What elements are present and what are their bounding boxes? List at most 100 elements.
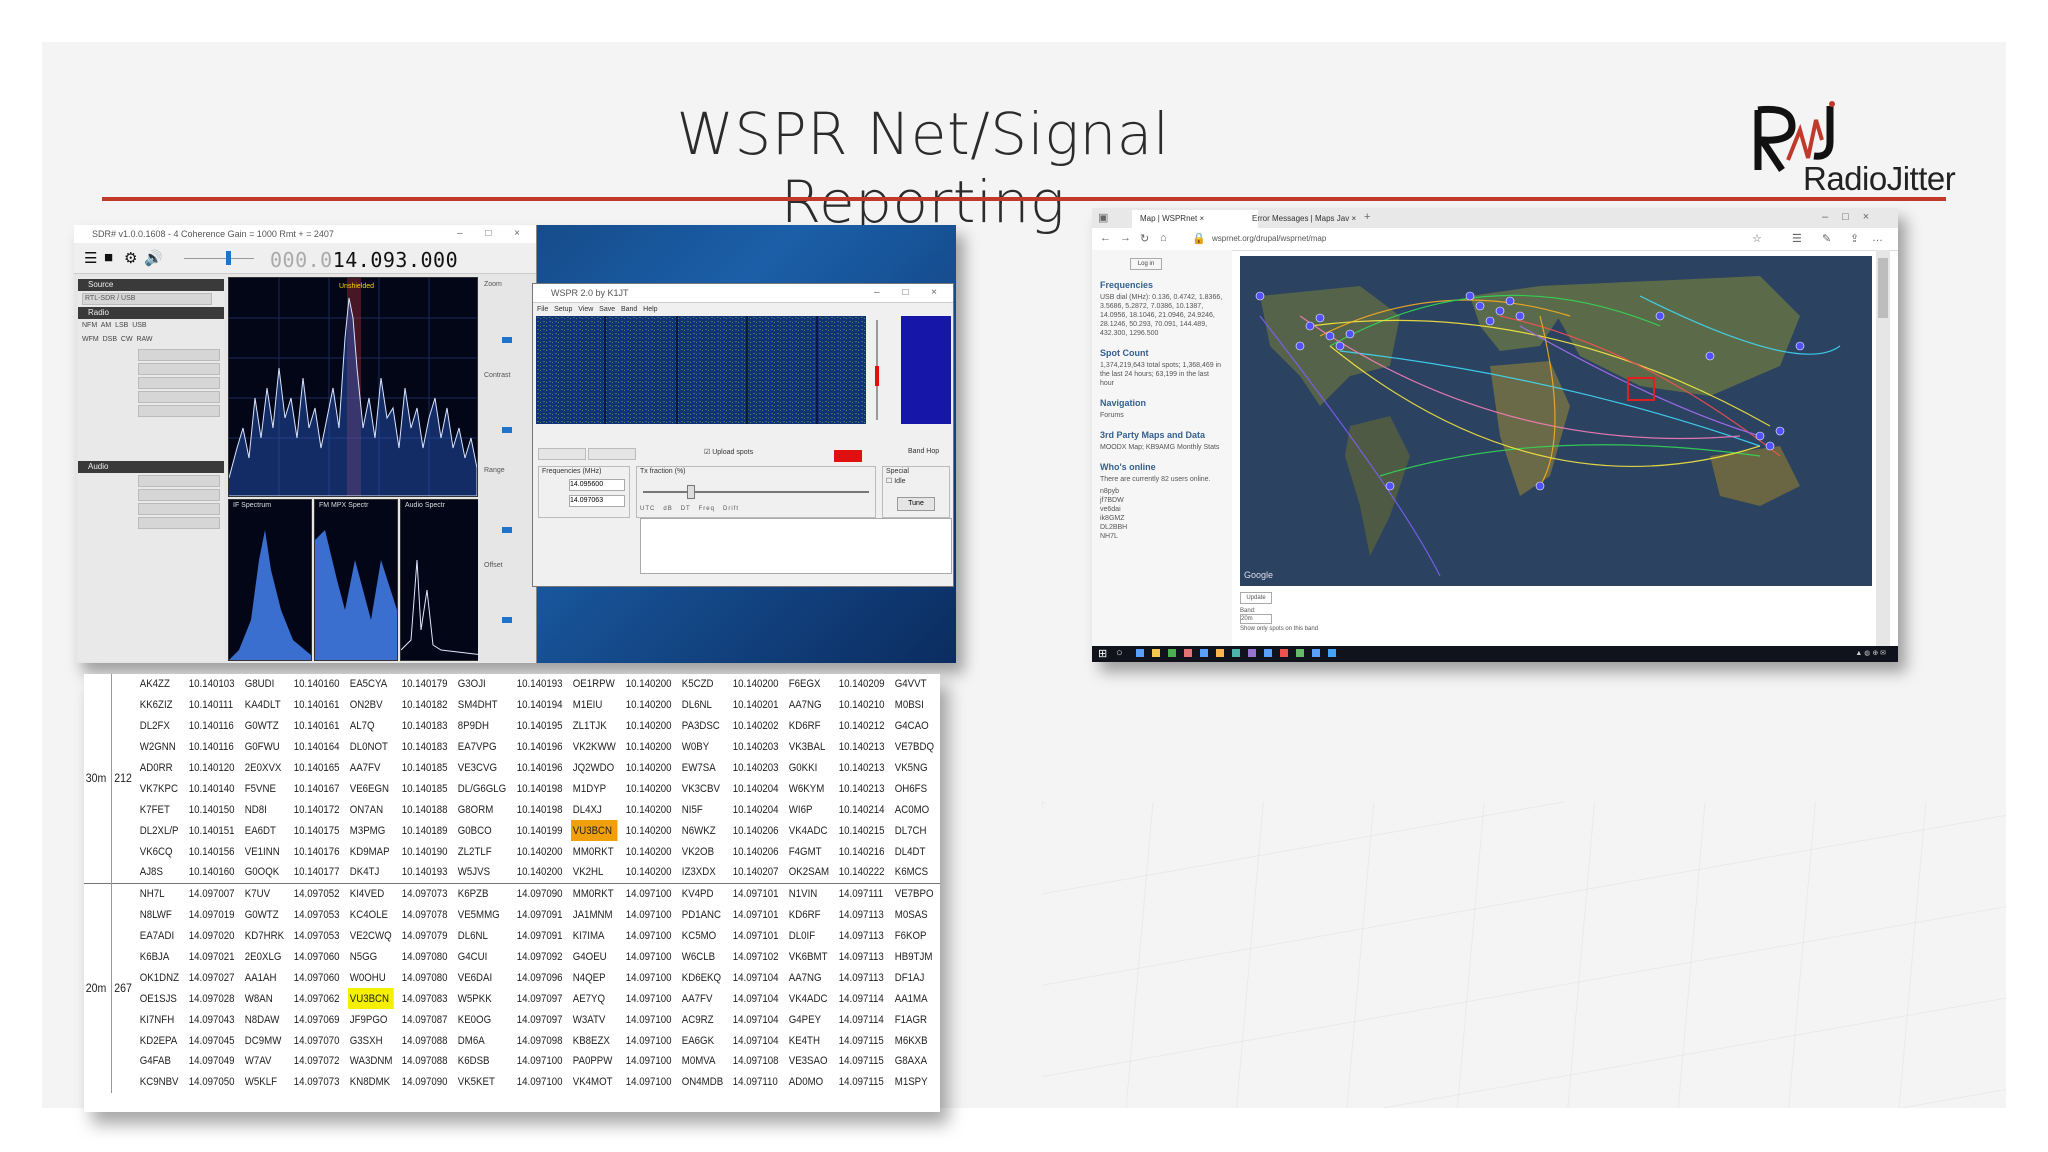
fm-mpx-panel[interactable]: FM MPX Spectr — [314, 499, 398, 661]
frequency-cell: 14.097101 — [732, 930, 779, 943]
contrast-slider[interactable] — [502, 427, 512, 433]
menu-view[interactable]: View — [578, 306, 593, 313]
frequency-cell: 14.097104 — [732, 1034, 779, 1047]
forward-icon[interactable]: → — [1120, 232, 1131, 244]
menu-band[interactable]: Band — [621, 306, 637, 313]
mode-am[interactable]: AM — [101, 322, 112, 329]
shift-field[interactable] — [138, 349, 220, 361]
mode-wfm[interactable]: WFM — [82, 336, 99, 343]
sidebar-links-3rd-party[interactable]: MOODX Map; KB9AMG Monthly Stats — [1100, 443, 1224, 452]
step-field[interactable] — [138, 405, 220, 417]
frequency-cell: 10.140120 — [188, 762, 235, 774]
taskbar-app-icons[interactable] — [1136, 649, 1366, 659]
share-icon[interactable]: ⇪ — [1850, 232, 1859, 245]
frequency-cell: 10.140160 — [293, 678, 340, 691]
callsign-cell: JA1MNM — [572, 909, 613, 922]
more-icon[interactable]: … — [1872, 232, 1883, 244]
menu-save[interactable]: Save — [599, 306, 615, 313]
stop-icon[interactable]: ■ — [104, 249, 113, 266]
tx-frequency-input[interactable]: 14.097063 — [569, 495, 625, 507]
system-tray[interactable]: ▲ ◍ ⊕ ✉ — [1855, 649, 1886, 657]
squelch-field[interactable] — [138, 391, 220, 403]
notes-icon[interactable]: ✎ — [1822, 232, 1831, 245]
hub-icon[interactable]: ☰ — [1792, 232, 1802, 245]
offset-slider[interactable] — [502, 617, 512, 623]
online-user[interactable]: NH7L — [1100, 532, 1224, 541]
tab-wsprnet-map[interactable]: Map | WSPRnet × — [1132, 210, 1258, 228]
online-user[interactable]: ve6dai — [1100, 505, 1224, 514]
mode-nfm[interactable]: NFM — [82, 322, 97, 329]
online-user[interactable]: DL2BBH — [1100, 523, 1224, 532]
favorite-star-icon[interactable]: ☆ — [1752, 232, 1762, 245]
new-tab-icon[interactable]: + — [1364, 211, 1370, 223]
online-user[interactable]: jf7BDW — [1100, 496, 1224, 505]
section-radio[interactable]: Radio — [78, 307, 224, 319]
frequency-cell: 14.097100 — [625, 1013, 672, 1026]
browser-window-controls[interactable]: –□× — [1822, 211, 1883, 223]
idle-checkbox[interactable]: ☐ Idle — [883, 476, 949, 486]
online-user[interactable]: n8pyb — [1100, 487, 1224, 496]
upload-spots-checkbox[interactable]: ☑ Upload spots — [704, 448, 753, 456]
wspr-button-1[interactable] — [538, 448, 586, 460]
mode-cw[interactable]: CW — [121, 336, 133, 343]
windows-start-icon[interactable]: ⊞ — [1098, 647, 1107, 660]
mode-usb[interactable]: USB — [132, 322, 146, 329]
band-select[interactable]: 20m — [1240, 614, 1272, 624]
update-button[interactable]: Update — [1240, 592, 1272, 604]
spectrum-analyzer[interactable]: Unshielded — [228, 277, 478, 497]
speaker-icon[interactable]: 🔊 — [144, 249, 163, 267]
tx-fraction-track[interactable] — [643, 491, 869, 493]
decoded-text-area[interactable] — [640, 518, 952, 574]
filter-select[interactable] — [138, 363, 220, 375]
home-icon[interactable]: ⌂ — [1160, 232, 1167, 244]
latency-field[interactable] — [138, 517, 220, 529]
sidebar-link-forums[interactable]: Forums — [1100, 411, 1224, 420]
menu-setup[interactable]: Setup — [554, 306, 572, 313]
wspr-waterfall[interactable] — [536, 316, 866, 424]
tx-indicator-button[interactable] — [834, 450, 862, 462]
callsign-cell: KB8EZX — [572, 1034, 611, 1047]
scrollbar-thumb[interactable] — [1878, 258, 1888, 318]
tab-error-messages[interactable]: Error Messages | Maps Jav × — [1244, 210, 1370, 228]
frequency-cell: 14.097088 — [401, 1034, 448, 1047]
mode-dsb[interactable]: DSB — [103, 336, 117, 343]
browser-menu-icon[interactable]: ▣ — [1098, 211, 1108, 224]
volume-slider-track[interactable] — [184, 258, 254, 259]
section-audio[interactable]: Audio — [78, 461, 224, 473]
menu-icon[interactable]: ☰ — [84, 249, 97, 267]
menu-file[interactable]: File — [537, 306, 548, 313]
zoom-slider[interactable] — [502, 337, 512, 343]
section-source[interactable]: Source — [78, 279, 224, 291]
wspr-window-controls[interactable]: – □ × — [874, 284, 947, 302]
callsign-cell: DL2XL/P — [140, 824, 179, 837]
frequency-display[interactable]: 000.014.093.000 — [270, 248, 458, 272]
mode-raw[interactable]: RAW — [136, 336, 152, 343]
mode-lsb[interactable]: LSB — [115, 322, 128, 329]
volume-slider-knob[interactable] — [226, 251, 231, 265]
gear-icon[interactable]: ⚙ — [124, 249, 137, 267]
output-field[interactable] — [138, 503, 220, 515]
samplerate-field[interactable] — [138, 475, 220, 487]
url-field[interactable]: wsprnet.org/drupal/wsprnet/map — [1212, 233, 1642, 245]
range-slider[interactable] — [502, 527, 512, 533]
online-user[interactable]: ik8GMZ — [1100, 514, 1224, 523]
wspr-world-map[interactable]: Google + − — [1240, 256, 1872, 586]
bandwidth-field[interactable] — [138, 377, 220, 389]
wspr-button-2[interactable] — [588, 448, 636, 460]
menu-help[interactable]: Help — [643, 306, 657, 313]
if-spectrum-panel[interactable]: IF Spectrum — [228, 499, 312, 661]
frequency-cell: 10.140189 — [401, 824, 448, 837]
tune-button[interactable]: Tune — [897, 497, 935, 511]
refresh-icon[interactable]: ↻ — [1140, 232, 1149, 245]
back-icon[interactable]: ← — [1100, 232, 1111, 244]
frequency-cell: 10.140215 — [838, 824, 885, 837]
tx-fraction-knob[interactable] — [687, 485, 695, 499]
search-icon[interactable]: ○ — [1116, 647, 1123, 659]
source-select[interactable]: RTL-SDR / USB — [82, 293, 212, 305]
window-controls[interactable]: – □ × — [457, 225, 530, 243]
login-button[interactable]: Log in — [1130, 258, 1162, 270]
audio-spectrum-panel[interactable]: Audio Spectr — [400, 499, 484, 661]
input-field[interactable] — [138, 489, 220, 501]
map-controls: Update Band: 20m Show only spots on this… — [1240, 588, 1872, 648]
dial-frequency-input[interactable]: 14.095600 — [569, 479, 625, 491]
